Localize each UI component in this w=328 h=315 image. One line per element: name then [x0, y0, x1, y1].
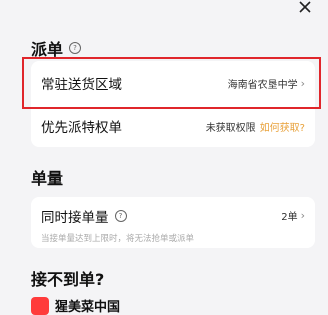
section-title-orders: 单量: [31, 169, 64, 188]
priority-value: 未获取权限 如何获取?: [206, 119, 305, 134]
help-icon[interactable]: ?: [69, 42, 82, 54]
priority-status: 未获取权限: [205, 122, 256, 134]
close-button[interactable]: [298, 0, 314, 16]
priority-label: 优先派特权单: [41, 120, 122, 136]
orders-value-text: 2单: [281, 212, 298, 223]
orders-label: 同时接单量: [41, 209, 109, 226]
section-title-no-orders: 接不到单?: [31, 270, 105, 289]
orders-value: 2单 ›: [281, 208, 305, 223]
orders-row[interactable]: 同时接单量 ? 2单 ›: [31, 197, 315, 232]
orders-label-wrap: 同时接单量 ?: [41, 206, 127, 226]
help-icon[interactable]: ?: [114, 209, 127, 222]
close-icon: [299, 1, 311, 13]
priority-row: 优先派特权单 未获取权限 如何获取?: [31, 105, 315, 147]
how-to-get-link[interactable]: 如何获取?: [260, 119, 305, 134]
chevron-right-icon: ›: [300, 209, 305, 222]
orders-note: 当接单量达到上限时，将无法抢单或派单: [41, 234, 195, 244]
highlight-box: [22, 57, 321, 109]
orders-card[interactable]: 同时接单量 ? 2单 › 当接单量达到上限时，将无法抢单或派单: [31, 197, 315, 248]
